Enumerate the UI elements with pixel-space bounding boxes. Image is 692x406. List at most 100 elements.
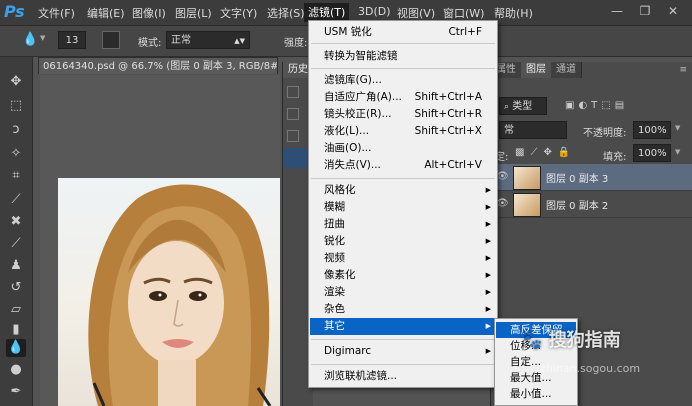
opacity-input[interactable]: 100% — [633, 121, 671, 139]
filter-menu-item[interactable]: 锐化 ▶ — [310, 233, 496, 250]
chevron-right-icon: ▶ — [485, 203, 491, 211]
blur-tool-icon[interactable]: 💧 — [22, 32, 38, 47]
menu-2[interactable]: 图像(I) — [132, 5, 166, 21]
menu-9[interactable]: 窗口(W) — [443, 5, 484, 21]
eyedropper-icon[interactable]: ⟋ — [6, 191, 26, 209]
blend-mode-value: 常 — [504, 125, 514, 136]
lock-icons[interactable]: ▩⟋✥🔒 — [515, 147, 576, 158]
layer-filter-icons[interactable]: ▣◐T⬚▤ — [565, 100, 628, 111]
menu-5[interactable]: 选择(S) — [267, 5, 305, 21]
tab-channels[interactable]: 通道 — [551, 62, 582, 78]
minimize-icon[interactable]: — — [604, 2, 630, 20]
search-icon: ⌕ — [504, 102, 510, 112]
layer-row[interactable]: 👁 图层 0 副本 3 — [491, 164, 692, 191]
filter-menu-item[interactable]: 浏览联机滤镜... — [310, 368, 496, 385]
filter-menu-item-label: 像素化 — [324, 269, 356, 281]
filter-menu-item[interactable]: 扭曲 ▶ — [310, 216, 496, 233]
chevron-right-icon: ▶ — [485, 220, 491, 228]
watermark: 🐾 搜狗指南 — [520, 326, 621, 352]
layer-filter-select[interactable]: ⌕ 类型 — [499, 97, 547, 115]
menu-0[interactable]: 文件(F) — [38, 5, 75, 21]
filter-menu-item[interactable]: 滤镜库(G)... — [310, 72, 496, 89]
pen-tool-icon[interactable]: ✒ — [6, 383, 26, 401]
tab-layers[interactable]: 图层 — [521, 62, 552, 78]
filter-menu-item[interactable]: 模糊 ▶ — [310, 199, 496, 216]
chevron-right-icon: ▶ — [485, 237, 491, 245]
gradient-tool-icon[interactable]: ▮ — [6, 321, 26, 339]
submenu-item[interactable]: 最小值... — [496, 386, 576, 402]
photo-image[interactable] — [58, 178, 280, 406]
mode-label: 模式: — [138, 38, 162, 49]
layer-filter-value: 类型 — [512, 101, 533, 112]
filter-menu-item-label: 镜头校正(R)... — [324, 108, 392, 120]
filter-menu-item[interactable]: 转换为智能滤镜 — [310, 48, 496, 65]
crop-tool-icon[interactable]: ⌗ — [6, 167, 26, 185]
filter-menu-item-label: USM 锐化 — [324, 26, 372, 38]
move-tool-icon[interactable]: ✥ — [6, 73, 26, 91]
menu-8[interactable]: 视图(V) — [397, 5, 435, 21]
chevron-right-icon: ▶ — [485, 186, 491, 194]
shortcut-label: Ctrl+F — [448, 26, 482, 38]
filter-menu-item[interactable]: 自适应广角(A)... Shift+Ctrl+A — [310, 89, 496, 106]
quick-select-icon[interactable]: ✧ — [6, 145, 26, 163]
history-state-icon[interactable] — [287, 108, 299, 120]
blur-tool-icon[interactable]: 💧 — [6, 339, 26, 357]
lasso-tool-icon[interactable]: ↄ — [6, 121, 26, 139]
menu-separator — [311, 364, 495, 365]
filter-menu-item-label: 模糊 — [324, 201, 345, 213]
brush-panel-icon[interactable] — [102, 31, 120, 49]
mode-select[interactable]: 正常 ▲▼ — [166, 31, 250, 49]
layer-name: 图层 0 副本 3 — [546, 174, 609, 185]
filter-menu-item-label: 浏览联机滤镜... — [324, 370, 398, 382]
filter-menu-item[interactable]: 像素化 ▶ — [310, 267, 496, 284]
filter-menu-item[interactable]: 视频 ▶ — [310, 250, 496, 267]
chevron-down-icon: ▲▼ — [234, 37, 245, 45]
filter-menu-item[interactable]: Digimarc ▶ — [310, 343, 496, 360]
chevron-right-icon: ▶ — [485, 254, 491, 262]
chevron-down-icon[interactable]: ▼ — [40, 34, 45, 42]
chevron-down-icon[interactable]: ▼ — [675, 124, 680, 132]
filter-menu-item-label: 锐化 — [324, 235, 345, 247]
history-state-icon[interactable] — [287, 130, 299, 142]
menu-separator — [311, 68, 495, 69]
filter-menu-item[interactable]: 油画(O)... — [310, 140, 496, 157]
brush-tool-icon[interactable]: ⟋ — [6, 235, 26, 253]
history-brush-icon[interactable]: ↺ — [6, 279, 26, 297]
filter-menu-item[interactable]: 消失点(V)... Alt+Ctrl+V — [310, 157, 496, 174]
filter-menu-item[interactable]: 渲染 ▶ — [310, 284, 496, 301]
history-state-icon[interactable] — [287, 86, 299, 98]
filter-menu-item-label: 转换为智能滤镜 — [324, 50, 398, 62]
chevron-down-icon[interactable]: ▼ — [675, 148, 680, 156]
close-icon[interactable]: ✕ — [660, 2, 686, 20]
blend-mode-select[interactable]: 常 — [499, 121, 567, 139]
stamp-tool-icon[interactable]: ♟ — [6, 257, 26, 275]
filter-menu-item[interactable]: 其它 ▶ — [310, 318, 496, 335]
maximize-icon[interactable]: ❐ — [632, 2, 658, 20]
marquee-tool-icon[interactable]: ⬚ — [6, 97, 26, 115]
chevron-right-icon: ▶ — [485, 347, 491, 355]
fill-label: 填充: — [603, 152, 627, 163]
document-tab[interactable]: 06164340.psd @ 66.7% (图层 0 副本 3, RGB/8#)… — [38, 57, 278, 74]
filter-menu-item[interactable]: 杂色 ▶ — [310, 301, 496, 318]
filter-menu-item[interactable]: 液化(L)... Shift+Ctrl+X — [310, 123, 496, 140]
brush-size-picker[interactable]: 13 — [58, 31, 86, 49]
filter-menu-item[interactable]: 风格化 ▶ — [310, 182, 496, 199]
menu-3[interactable]: 图层(L) — [175, 5, 212, 21]
menu-1[interactable]: 编辑(E) — [87, 5, 125, 21]
menu-4[interactable]: 文字(Y) — [220, 5, 257, 21]
eraser-tool-icon[interactable]: ▱ — [6, 301, 26, 319]
healing-brush-icon[interactable]: ✖ — [6, 213, 26, 231]
filter-menu-item[interactable]: USM 锐化 Ctrl+F — [310, 24, 496, 41]
layer-row[interactable]: 👁 图层 0 副本 2 — [491, 191, 692, 218]
filter-menu-item-label: 其它 — [324, 320, 345, 332]
menu-7[interactable]: 3D(D) — [358, 5, 391, 18]
fill-input[interactable]: 100% — [633, 144, 671, 162]
filter-menu-item-label: 消失点(V)... — [324, 159, 381, 171]
filter-menu-item[interactable]: 镜头校正(R)... Shift+Ctrl+R — [310, 106, 496, 123]
submenu-item-label: 自定... — [510, 356, 542, 368]
filter-menu-item-label: 滤镜库(G)... — [324, 74, 382, 86]
panel-menu-icon[interactable]: ≡ — [679, 65, 687, 75]
menu-10[interactable]: 帮助(H) — [494, 5, 533, 21]
strength-label: 强度: — [284, 38, 308, 49]
dodge-tool-icon[interactable]: ● — [6, 361, 26, 379]
